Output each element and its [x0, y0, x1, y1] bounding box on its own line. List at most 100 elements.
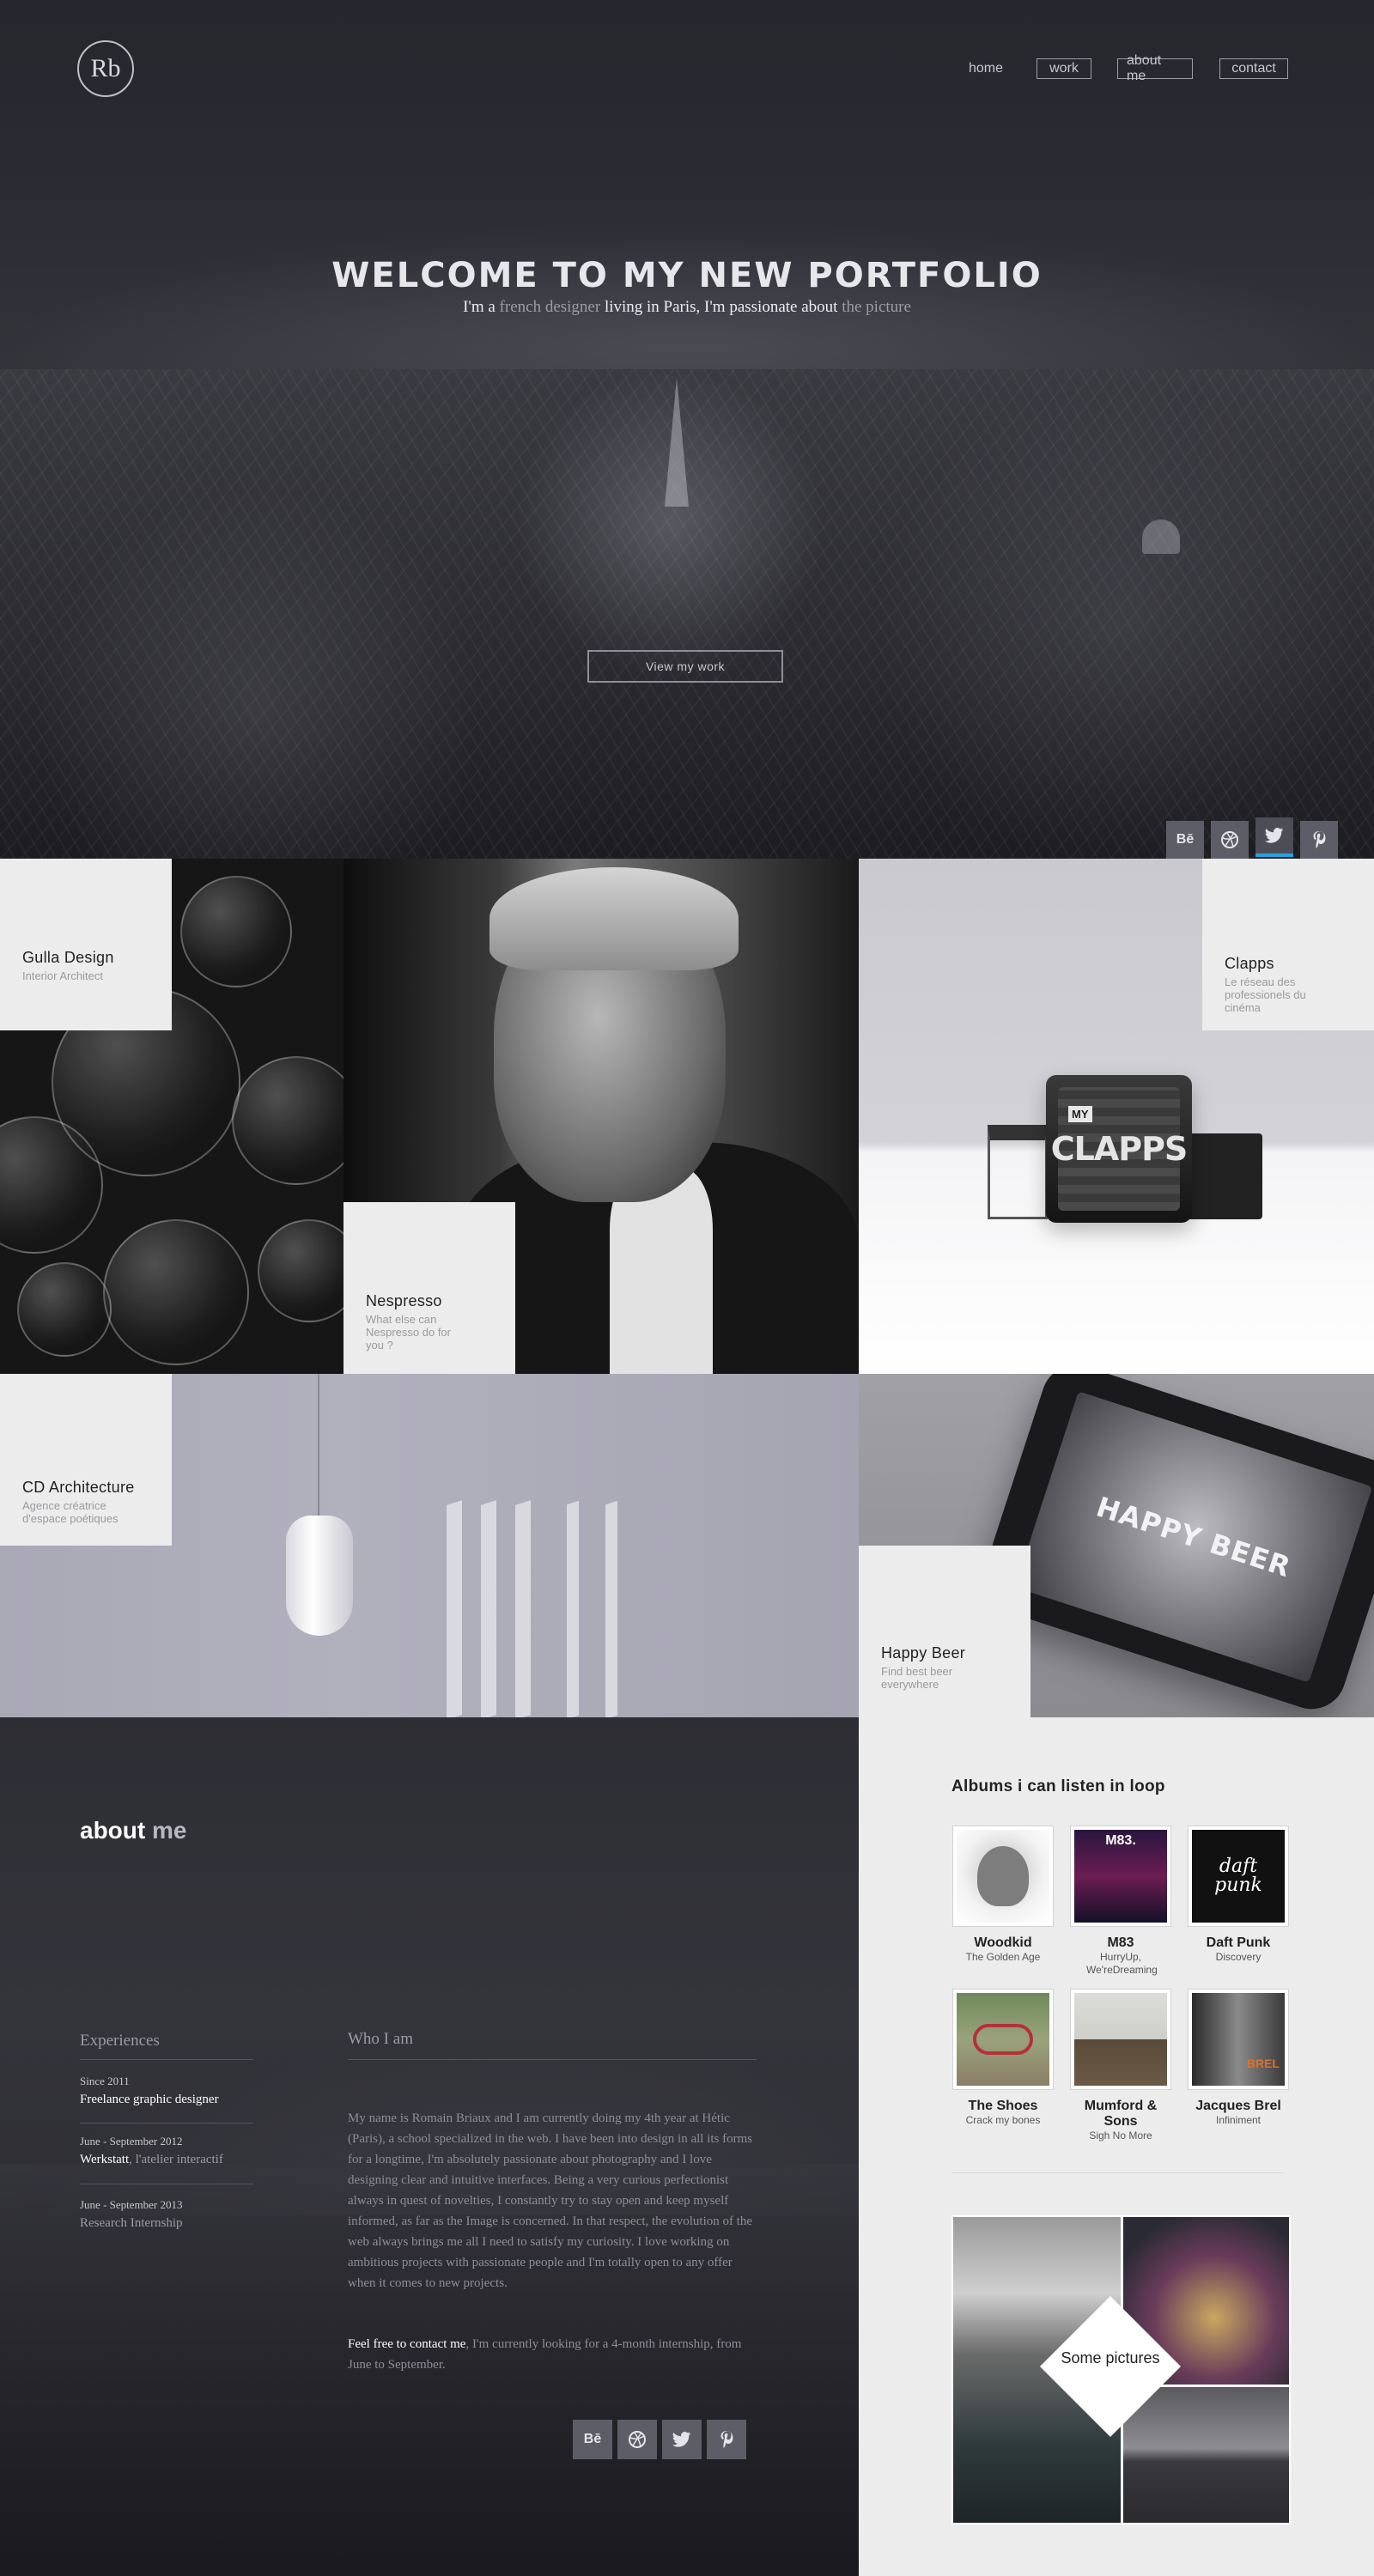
hero-section: Rb home work about me contact WELCOME TO…	[0, 0, 1374, 859]
albums-section: Albums i can listen in loop Woodkid The …	[859, 1717, 1374, 2576]
twitter-glyph	[672, 2432, 691, 2447]
project-subtitle: Le réseau des professionels du cinéma	[1225, 975, 1306, 1014]
project-tile-nespresso[interactable]: Nespresso What else can Nespresso do for…	[344, 859, 859, 1374]
project-title: CD Architecture	[22, 1479, 135, 1496]
experience-item: Since 2011 Freelance graphic designer	[80, 2075, 252, 2107]
nav-home[interactable]: home	[960, 58, 1012, 79]
lamp-cord	[318, 1374, 319, 1520]
pinterest-glyph	[720, 2431, 733, 2448]
hero-subtitle-part: I'm a	[463, 298, 500, 316]
twitter-glyph	[1265, 828, 1284, 843]
pinterest-glyph	[1313, 831, 1326, 848]
site-logo[interactable]: Rb	[77, 40, 134, 97]
about-title-main: about	[80, 1817, 146, 1844]
dribbble-icon[interactable]	[1211, 821, 1249, 859]
divider	[951, 2172, 1283, 2173]
album-woodkid[interactable]: Woodkid The Golden Age	[951, 1826, 1055, 1964]
nav-contact[interactable]: contact	[1219, 58, 1288, 79]
project-label: Gulla Design Interior Architect	[0, 859, 172, 1030]
project-label: Happy Beer Find best beer everywhere	[859, 1546, 1030, 1717]
invalides-dome-shape	[1142, 519, 1180, 554]
twitter-icon[interactable]	[662, 2420, 702, 2459]
divider	[348, 2059, 757, 2060]
project-title: Nespresso	[366, 1292, 442, 1309]
album-artist: Woodkid	[974, 1935, 1032, 1950]
project-subtitle: Interior Architect	[22, 969, 103, 982]
woodkid-head-shape	[977, 1846, 1029, 1906]
experience-role-name: Freelance graphic designer	[80, 2093, 219, 2106]
window-light-shape	[481, 1500, 496, 1717]
bulb-shape	[17, 1262, 112, 1357]
experience-item: June - September 2012 Werkstatt, l'ateli…	[80, 2135, 252, 2167]
album-artist: M83	[1107, 1935, 1134, 1950]
album-cover	[952, 1989, 1054, 2090]
album-jacques-brel[interactable]: BREL Jacques Brel Infiniment	[1187, 1989, 1290, 2127]
experience-date: June - September 2013	[80, 2198, 183, 2211]
project-title: Gulla Design	[22, 949, 114, 966]
album-mumford-sons[interactable]: Mumford & Sons Sigh No More	[1069, 1989, 1172, 2142]
bio-text: My name is Romain Briaux and I am curren…	[348, 2111, 753, 2290]
project-label: Clapps Le réseau des professionels du ci…	[1202, 859, 1374, 1030]
about-title-thin: me	[145, 1817, 187, 1844]
nav-work[interactable]: work	[1037, 58, 1091, 79]
project-tile-clapps[interactable]: CLAPPS MY Clapps Le réseau des professio…	[859, 859, 1374, 1374]
album-name: Infiniment	[1215, 2114, 1262, 2126]
album-artist: Daft Punk	[1206, 1935, 1271, 1950]
clapps-logo-text: CLAPPS	[1050, 1130, 1189, 1168]
album-the-shoes[interactable]: The Shoes Crack my bones	[951, 1989, 1055, 2127]
album-name: Discovery	[1215, 1951, 1262, 1963]
album-artist: Jacques Brel	[1195, 2099, 1281, 2113]
dribbble-icon[interactable]	[617, 2420, 657, 2459]
project-title: Clapps	[1225, 955, 1274, 972]
pinterest-icon[interactable]	[1300, 821, 1338, 859]
view-work-button[interactable]: View my work	[587, 650, 783, 683]
hero-subtitle-highlight: the picture	[842, 298, 911, 316]
daft-punk-cover-text: daft punk	[1214, 1856, 1262, 1896]
project-label: CD Architecture Agence créatrice d'espac…	[0, 1374, 172, 1546]
window-light-shape	[515, 1500, 531, 1717]
behance-icon[interactable]: Bē	[1166, 821, 1204, 859]
project-label: Nespresso What else can Nespresso do for…	[344, 1202, 515, 1374]
album-art	[1074, 1993, 1167, 2086]
project-tile-happy-beer[interactable]: HAPPY BEER Happy Beer Find best beer eve…	[859, 1374, 1374, 1717]
contact-text: Feel free to contact me, I'm currently l…	[348, 2334, 757, 2375]
twitter-icon[interactable]	[1255, 817, 1293, 857]
clapps-badge: MY	[1068, 1106, 1092, 1122]
album-art: daft punk	[1192, 1830, 1285, 1923]
album-artist: Mumford & Sons	[1084, 2099, 1158, 2129]
project-tile-cd-architecture[interactable]: CD Architecture Agence créatrice d'espac…	[0, 1374, 859, 1717]
nav-about-me[interactable]: about me	[1117, 53, 1193, 83]
project-tile-gulla-design[interactable]: Gulla Design Interior Architect	[0, 859, 344, 1374]
pictures-label[interactable]: Some pictures	[1044, 2348, 1176, 2367]
experiences-heading: Experiences	[80, 2032, 160, 2050]
dribbble-glyph	[629, 2431, 646, 2448]
experience-role-extra: , l'atelier interactif	[129, 2153, 223, 2166]
album-art	[957, 1830, 1049, 1923]
lake-photo	[1123, 2387, 1289, 2523]
pictures-collage[interactable]: Some pictures	[951, 2215, 1291, 2524]
clapps-logo-box: CLAPPS MY	[1046, 1075, 1192, 1223]
album-art	[957, 1993, 1049, 2086]
album-name: Sigh No More	[1089, 2129, 1152, 2142]
experience-role: Research Internship	[80, 2216, 252, 2231]
album-art: M83.	[1074, 1830, 1167, 1923]
brel-cover-text: BREL	[1246, 2057, 1280, 2070]
happy-beer-logo: HAPPY BEER	[1092, 1490, 1295, 1584]
about-title: about me	[80, 1817, 186, 1844]
album-cover	[1070, 1989, 1171, 2090]
album-daft-punk[interactable]: daft punk Daft Punk Discovery	[1187, 1826, 1290, 1964]
portrait-hair	[489, 867, 739, 970]
behance-icon[interactable]: Bē	[573, 2420, 612, 2459]
flight-case-shape	[1185, 1133, 1262, 1219]
album-m83[interactable]: M83. M83 HurryUp, We'reDreaming	[1069, 1826, 1172, 1977]
contact-link[interactable]: Feel free to contact me	[348, 2337, 465, 2351]
experience-role: Freelance graphic designer	[80, 2093, 252, 2107]
pinterest-icon[interactable]	[707, 2420, 746, 2459]
experience-role-extra: Research Internship	[80, 2216, 183, 2230]
album-cover: BREL	[1188, 1989, 1289, 2090]
album-art: BREL	[1192, 1993, 1285, 2086]
project-subtitle: Agence créatrice d'espace poétiques	[22, 1499, 119, 1525]
hero-subtitle: I'm a french designer living in Paris, I…	[0, 298, 1374, 317]
bulb-shape	[180, 876, 292, 987]
bicycle-shape	[973, 2024, 1033, 2055]
